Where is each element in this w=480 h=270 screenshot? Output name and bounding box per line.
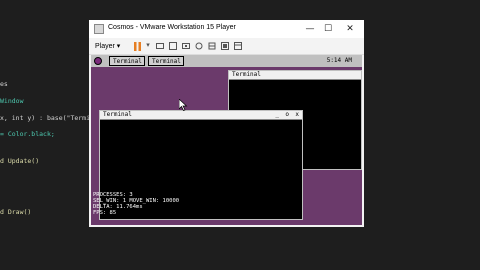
vm-window-title: Cosmos - VMware Workstation 15 Player bbox=[108, 24, 236, 31]
guest-taskbar: Terminal Terminal 5:14 AM bbox=[91, 55, 362, 67]
minimize-button[interactable]: — bbox=[301, 22, 319, 36]
close-button[interactable]: ✕ bbox=[341, 22, 359, 36]
maximize-button[interactable]: ☐ bbox=[319, 22, 337, 36]
terminal-close-button[interactable]: x bbox=[295, 111, 299, 119]
start-button[interactable] bbox=[94, 57, 102, 65]
usb-icon[interactable] bbox=[208, 42, 216, 50]
code-line: Window bbox=[0, 97, 24, 105]
player-menu[interactable]: Player ▾ bbox=[95, 42, 120, 50]
taskbar-button-terminal[interactable]: Terminal bbox=[148, 56, 184, 66]
taskbar-button-terminal[interactable]: Terminal bbox=[109, 56, 145, 66]
vm-toolbar: Player ▾ ▾ bbox=[89, 38, 364, 55]
devices-icon[interactable] bbox=[169, 42, 177, 50]
terminal-titlebar[interactable]: Terminal _ o x bbox=[100, 111, 302, 120]
pause-icon[interactable] bbox=[133, 42, 142, 51]
unity-icon[interactable] bbox=[234, 42, 242, 50]
code-line: = Color.black; bbox=[0, 130, 55, 138]
terminal-title: Terminal bbox=[103, 111, 132, 118]
vmware-window[interactable]: Cosmos - VMware Workstation 15 Player — … bbox=[89, 20, 364, 227]
code-line: x, int y) : base("Termin bbox=[0, 114, 94, 122]
fullscreen-icon[interactable] bbox=[221, 42, 229, 50]
terminal-titlebar[interactable]: Terminal bbox=[229, 71, 361, 80]
debug-stats: PROCESSES: 3 SEL_WIN: 1 MOVE_WIN: 10000 … bbox=[93, 192, 179, 216]
code-line: d Update() bbox=[0, 157, 40, 165]
code-line: d Draw() bbox=[0, 208, 32, 216]
code-line: es bbox=[0, 80, 8, 88]
terminal-maximize-button[interactable]: o bbox=[285, 111, 289, 119]
mouse-cursor-icon bbox=[179, 99, 188, 111]
dropdown-icon[interactable]: ▾ bbox=[144, 42, 152, 50]
send-keys-icon[interactable] bbox=[156, 42, 164, 50]
vmware-app-icon bbox=[94, 24, 104, 34]
network-icon[interactable] bbox=[195, 42, 203, 50]
guest-screen[interactable]: Terminal Terminal 5:14 AM Terminal Termi… bbox=[91, 55, 362, 225]
guest-clock: 5:14 AM bbox=[326, 57, 352, 64]
vm-titlebar[interactable]: Cosmos - VMware Workstation 15 Player — … bbox=[89, 20, 364, 38]
snapshot-icon[interactable] bbox=[182, 42, 190, 50]
stat-fps: FPS: 85 bbox=[93, 210, 117, 216]
terminal-minimize-button[interactable]: _ bbox=[275, 111, 279, 119]
code-editor[interactable]: es Window x, int y) : base("Termin = Col… bbox=[0, 0, 94, 270]
terminal-title: Terminal bbox=[232, 71, 261, 78]
